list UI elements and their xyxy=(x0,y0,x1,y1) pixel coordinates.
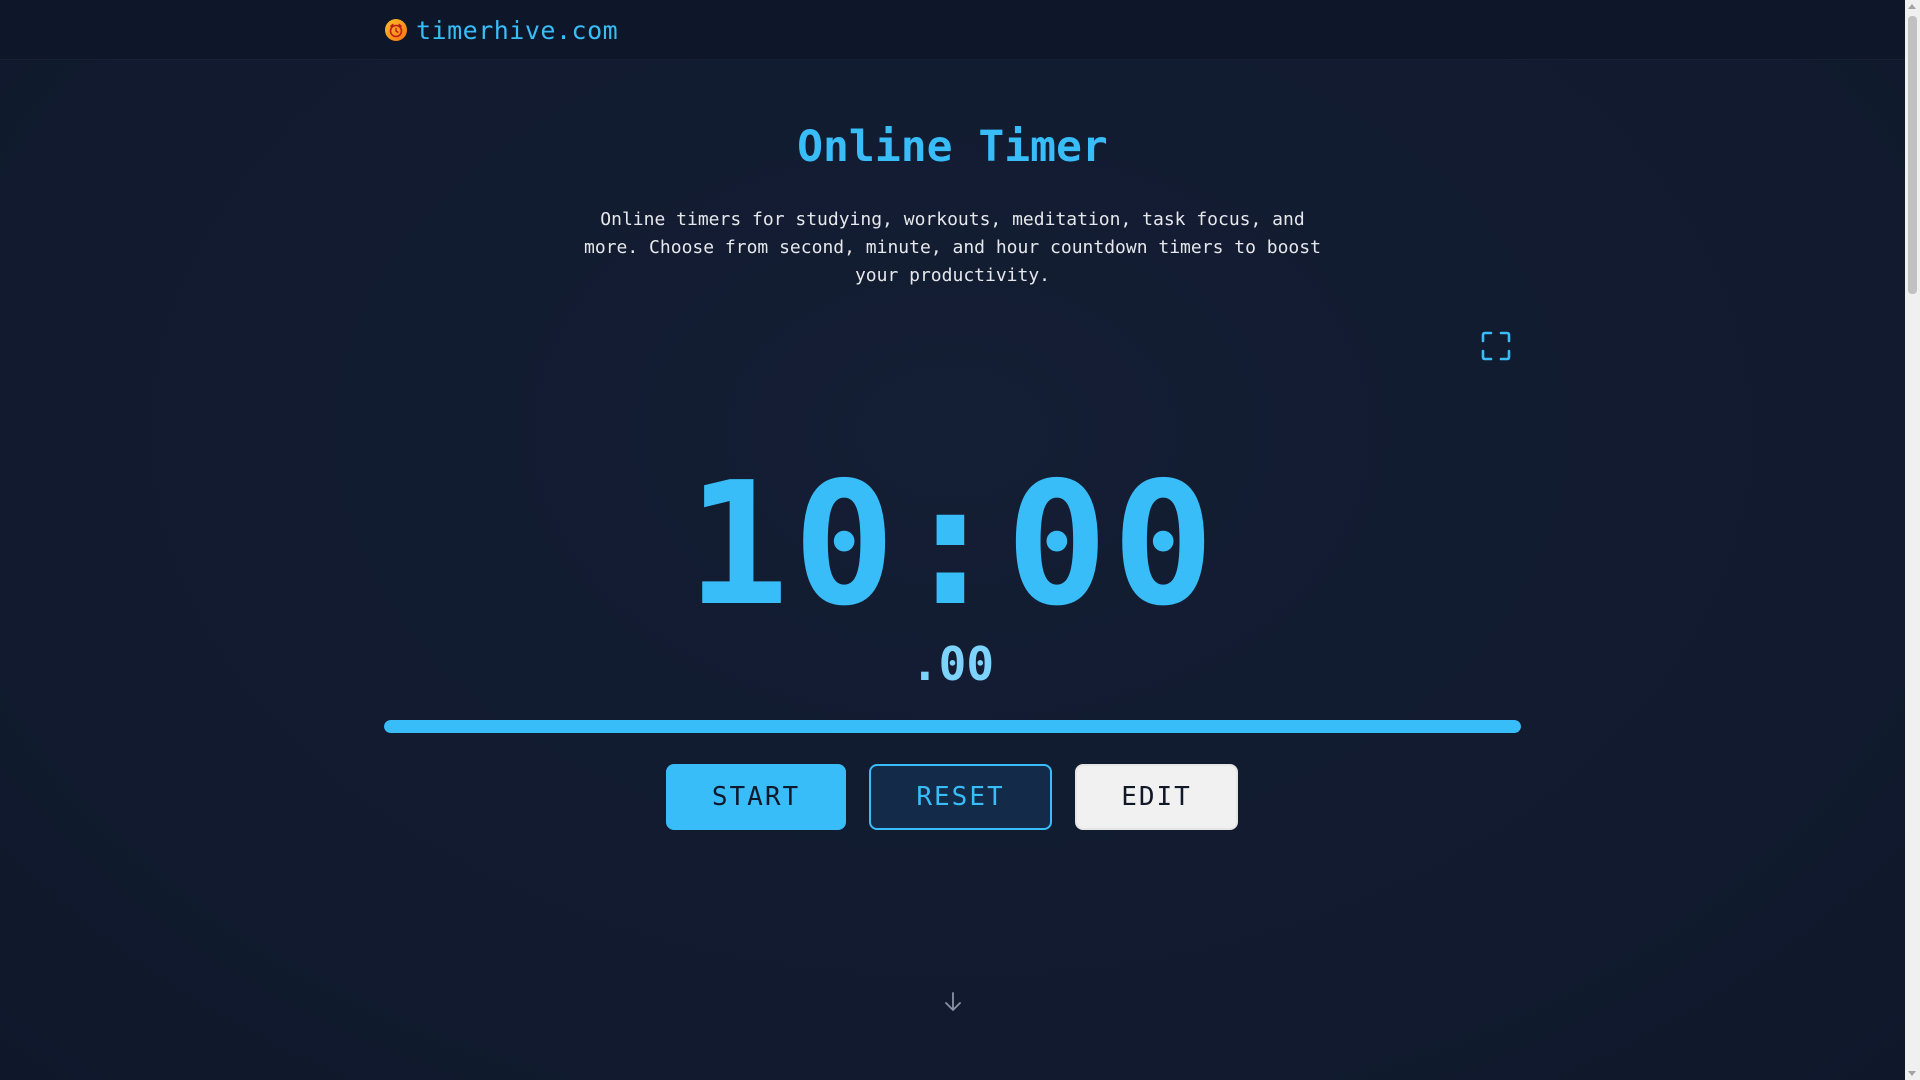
page-title: Online Timer xyxy=(797,122,1108,172)
page: timerhive.com Online Timer Online timers… xyxy=(0,0,1905,1080)
site-name: timerhive.com xyxy=(416,15,619,45)
arrow-down-icon xyxy=(945,992,961,1011)
timer-display: 10:00 xyxy=(686,446,1219,644)
scrollbar-thumb[interactable] xyxy=(1908,16,1917,294)
fullscreen-button[interactable] xyxy=(1480,330,1512,362)
scroll-up-arrow-icon[interactable] xyxy=(1908,4,1916,9)
vertical-scrollbar[interactable] xyxy=(1905,0,1920,1080)
start-button[interactable]: START xyxy=(666,764,846,830)
reset-button[interactable]: RESET xyxy=(869,764,1052,830)
scroll-down-hint[interactable] xyxy=(943,990,963,1014)
site-logo-link[interactable]: timerhive.com xyxy=(384,12,618,48)
edit-button[interactable]: EDIT xyxy=(1075,764,1238,830)
progress-bar xyxy=(384,720,1521,733)
scroll-down-arrow-icon[interactable] xyxy=(1908,1071,1916,1076)
alarm-clock-icon xyxy=(385,19,407,41)
timer-milliseconds: .00 xyxy=(910,637,995,691)
fullscreen-icon xyxy=(1481,331,1511,361)
page-description: Online timers for studying, workouts, me… xyxy=(584,209,1321,286)
top-navbar: timerhive.com xyxy=(0,0,1905,60)
progress-bar-fill xyxy=(384,720,1521,733)
